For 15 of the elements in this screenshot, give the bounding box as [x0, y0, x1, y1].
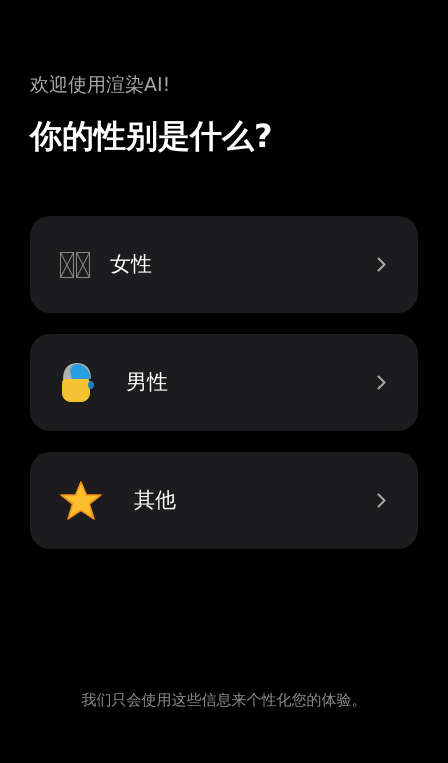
star-icon [60, 480, 102, 520]
option-button[interactable]: 男性 [30, 334, 418, 431]
option-label: 女性 [110, 250, 153, 278]
welcome-text: 欢迎使用渲染AI! [30, 73, 172, 98]
chevron-icon [377, 375, 386, 390]
option-button[interactable]: 女性 [30, 216, 418, 313]
option-button[interactable]: 其他 [30, 452, 418, 549]
question-title: 你的性别是什么? [30, 116, 274, 157]
privacy-note: 我们只会使用这些信息来个性化您的体验。 [80, 690, 368, 710]
option-label: 其他 [134, 486, 177, 514]
chevron-icon [377, 493, 386, 508]
missing-glyph-icon [60, 252, 90, 278]
cap-figure-icon [60, 362, 94, 402]
chevron-icon [377, 257, 386, 272]
option-label: 男性 [126, 368, 169, 396]
